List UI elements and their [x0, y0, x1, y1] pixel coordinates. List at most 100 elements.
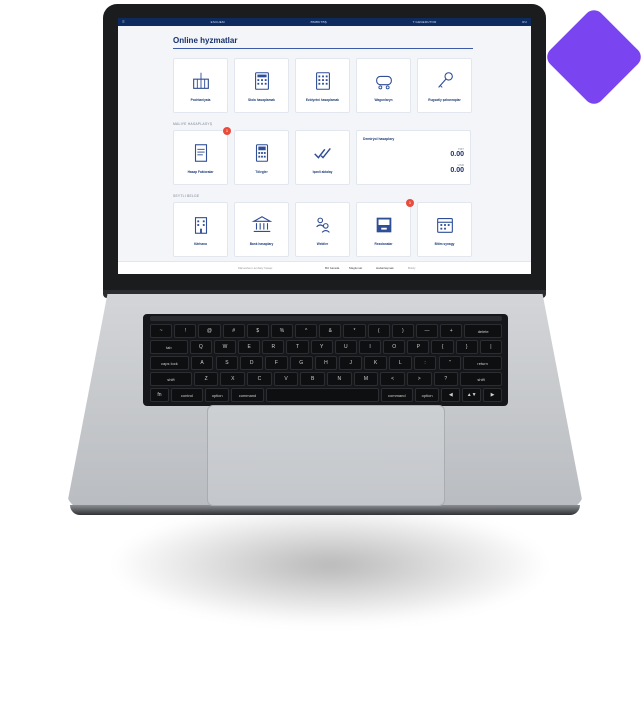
footer-link[interactable]: Maglumat — [349, 266, 362, 270]
language-switch[interactable]: RU — [522, 20, 527, 24]
card-isanli-aktalay[interactable]: Işanli aktalay — [295, 130, 350, 185]
keyboard-key[interactable]: ◀ — [441, 388, 461, 402]
nav-item-right[interactable]: T.GENERUTOR — [413, 20, 437, 24]
nav-item-left[interactable]: ESCHEM — [211, 20, 225, 24]
keyboard-key[interactable]: ▲▼ — [462, 388, 482, 402]
keyboard-key[interactable]: M — [353, 372, 379, 386]
spacebar-key[interactable] — [265, 388, 379, 402]
keyboard-key[interactable]: J — [339, 356, 363, 370]
keyboard-key[interactable]: command — [380, 388, 413, 402]
card-rezolanalar[interactable]: 1 Rezolanalar — [356, 199, 414, 257]
card-karhana[interactable]: Kärhana — [173, 202, 228, 257]
card-hasap-faktoralar[interactable]: 1 Hasap Faktoralar — [173, 127, 231, 185]
keyboard-key[interactable]: ? — [433, 372, 459, 386]
keyboard-key[interactable]: L — [388, 356, 412, 370]
keyboard-key[interactable]: ) — [391, 324, 414, 338]
keyboard-key[interactable]: U — [334, 340, 357, 354]
section-label-finance: MALIYE HASAPLASYŞ — [173, 122, 213, 126]
keyboard-key[interactable]: O — [383, 340, 406, 354]
footer-extra[interactable]: Boldy — [408, 266, 416, 270]
touch-bar[interactable] — [150, 316, 502, 321]
keyboard-key[interactable]: option — [204, 388, 230, 402]
keyboard-key[interactable]: * — [343, 324, 366, 338]
keyboard-key[interactable]: P — [407, 340, 430, 354]
keyboard-key[interactable]: fn — [150, 388, 169, 402]
nav-item-center[interactable]: ƏMƏKTƏŞ — [311, 20, 328, 24]
card-rugsatly[interactable]: Rugsatly şahanraplar — [417, 58, 472, 113]
keyboard-key[interactable]: D — [240, 356, 264, 370]
keyboard-key[interactable]: E — [238, 340, 261, 354]
keyboard-key[interactable]: Y — [310, 340, 333, 354]
keyboard-key[interactable]: : — [413, 356, 437, 370]
keyboard-key[interactable]: @ — [198, 324, 221, 338]
keyboard-key[interactable]: " — [438, 356, 462, 370]
keyboard-key[interactable]: ^ — [295, 324, 318, 338]
card-label: Hasap Faktoralar — [187, 169, 214, 174]
documents-row: Kärhana Bank hasaplary Webiler 1 Rezolan… — [173, 199, 472, 257]
keyboard-key[interactable]: S — [215, 356, 239, 370]
keyboard-key[interactable]: V — [273, 372, 299, 386]
keyboard-key[interactable]: C — [247, 372, 272, 386]
footer-link[interactable]: Habarlaşmak — [376, 266, 394, 270]
keyboard-key[interactable]: & — [319, 324, 342, 338]
keyboard-key[interactable]: ~ — [150, 324, 173, 338]
card-stola-hasaplamak[interactable]: Stola hasaplamak — [234, 58, 289, 113]
keyboard-key[interactable]: { — [431, 340, 454, 354]
keyboard-key[interactable]: return — [463, 356, 502, 370]
keyboard-key[interactable]: X — [220, 372, 246, 386]
keyboard-key[interactable]: B — [300, 372, 325, 386]
keyboard-key[interactable]: T — [286, 340, 309, 354]
keyboard-key[interactable]: ( — [367, 324, 390, 338]
card-webiler[interactable]: Webiler — [295, 202, 350, 257]
section-label-docs: SEYTLI BELGE — [173, 194, 200, 198]
keyboard-key[interactable]: | — [479, 340, 502, 354]
keyboard-key[interactable]: — — [415, 324, 439, 338]
keyboard-key[interactable]: $ — [246, 324, 269, 338]
notification-badge: 1 — [223, 127, 231, 135]
main-content: Online hyzmatlar — [173, 36, 473, 49]
keyboard-key[interactable]: G — [289, 356, 313, 370]
keyboard-key[interactable]: N — [327, 372, 352, 386]
card-tolegler[interactable]: Tölegler — [234, 130, 289, 185]
card-ezbiyetni-hasaplamak[interactable]: Ezbiyetni hasaplamak — [295, 58, 350, 113]
railway-balance-card[interactable]: Demirýol hasaplary TMT 0.00 USD 0.00 — [356, 130, 471, 185]
keyboard-key[interactable]: shift — [150, 372, 192, 386]
card-label: Webiler — [316, 241, 329, 246]
keyboard-key[interactable]: A — [190, 356, 214, 370]
card-label: Ezbiyetni hasaplamak — [305, 97, 340, 102]
services-row: Pochtaniyata Stola hasaplamak Ezbiyetni … — [173, 58, 472, 113]
keyboard-key[interactable]: H — [314, 356, 338, 370]
keyboard-key[interactable]: control — [170, 388, 203, 402]
menu-icon[interactable]: ☰ — [122, 20, 125, 24]
card-wagonlaryn[interactable]: Wagonlaryn — [356, 58, 411, 113]
card-pochtaniyata[interactable]: Pochtaniyata — [173, 58, 228, 113]
keyboard-key[interactable]: command — [231, 388, 264, 402]
keyboard-key[interactable]: delete — [464, 324, 502, 338]
keyboard-key[interactable]: } — [455, 340, 478, 354]
keyboard-key[interactable]: # — [222, 324, 245, 338]
keyboard-key[interactable]: option — [414, 388, 440, 402]
keyboard-key[interactable]: Q — [189, 340, 212, 354]
keyboard-key[interactable]: caps lock — [150, 356, 189, 370]
keyboard-key[interactable]: < — [380, 372, 405, 386]
keyboard-key[interactable]: + — [440, 324, 463, 338]
card-bank-hasaplary[interactable]: Bank hasaplary — [234, 202, 289, 257]
trackpad[interactable] — [207, 405, 445, 506]
keyboard-key[interactable]: % — [270, 324, 294, 338]
card-label: Kärhana — [194, 241, 207, 246]
card-bitim-synagy[interactable]: Bitim synagy — [417, 202, 472, 257]
keyboard-key[interactable]: > — [406, 372, 432, 386]
keyboard-key[interactable]: tab — [150, 340, 188, 354]
keyboard-key[interactable]: R — [262, 340, 285, 354]
keyboard-key[interactable]: ▶ — [483, 388, 502, 402]
keyboard-key[interactable]: Z — [193, 372, 219, 386]
keyboard-key[interactable]: K — [364, 356, 387, 370]
keyboard-key[interactable]: ! — [174, 324, 197, 338]
keyboard-key[interactable]: W — [213, 340, 237, 354]
card-label: Bitim synagy — [434, 241, 455, 246]
keyboard-key[interactable]: shift — [460, 372, 502, 386]
keyboard-key[interactable]: F — [265, 356, 288, 370]
keyboard-key[interactable]: I — [358, 340, 382, 354]
key-icon — [437, 71, 453, 88]
footer-link[interactable]: Biz barada — [325, 266, 339, 270]
